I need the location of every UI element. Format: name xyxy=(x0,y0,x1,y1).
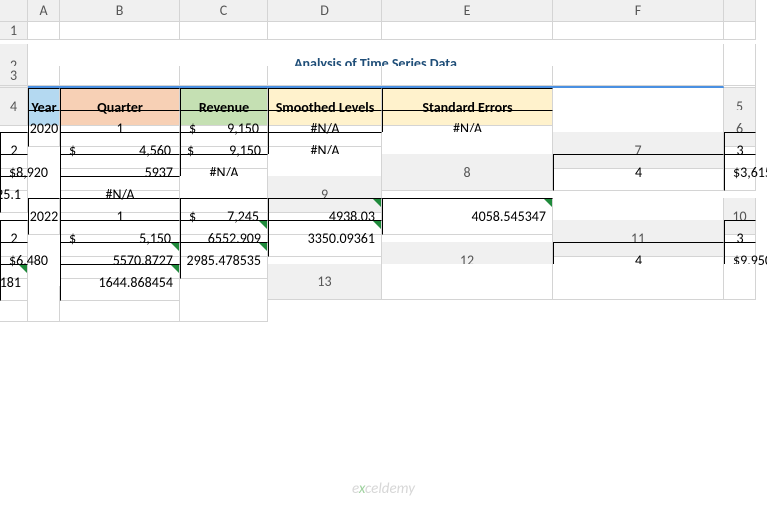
cell[interactable] xyxy=(180,286,268,322)
cell[interactable] xyxy=(382,264,553,300)
row-header-4[interactable]: 4 xyxy=(0,88,28,126)
cell[interactable] xyxy=(60,22,180,40)
cell[interactable] xyxy=(180,66,268,86)
cell[interactable] xyxy=(553,66,724,86)
cell-smoothed[interactable]: 8025.1 xyxy=(0,176,28,213)
cell[interactable] xyxy=(553,264,724,300)
row-header-8[interactable]: 8 xyxy=(382,154,553,191)
cell[interactable] xyxy=(180,22,268,40)
cell[interactable] xyxy=(382,22,553,40)
cell-revenue[interactable]: $3,615 xyxy=(724,154,756,191)
cell[interactable] xyxy=(28,22,60,40)
spreadsheet-grid: A B C D E F 1 2 Analysis of Time Series … xyxy=(0,0,767,308)
row-header-1[interactable]: 1 xyxy=(0,22,28,40)
select-all-corner[interactable] xyxy=(0,0,28,22)
cell[interactable] xyxy=(553,22,724,40)
year-cell-2020[interactable]: 2020 xyxy=(28,110,60,147)
revenue-value: 3,615 xyxy=(740,164,767,181)
row-header-3[interactable]: 3 xyxy=(0,66,28,86)
col-header-a[interactable]: A xyxy=(28,0,60,22)
year-cell-2022[interactable]: 2022 xyxy=(28,198,60,235)
currency-symbol: $ xyxy=(733,164,740,181)
col-header-blank[interactable] xyxy=(724,0,756,22)
col-header-b[interactable]: B xyxy=(60,0,180,22)
cell[interactable] xyxy=(268,22,382,40)
cell[interactable] xyxy=(724,66,756,86)
cell[interactable] xyxy=(724,264,756,300)
cell-smoothed[interactable]: 6207.26181 xyxy=(0,264,28,301)
cell[interactable] xyxy=(28,286,60,322)
cell-quarter[interactable]: 4 xyxy=(553,154,724,191)
cell-error[interactable]: 3350.09361 xyxy=(268,220,382,257)
cell[interactable] xyxy=(382,66,553,86)
cell-error[interactable]: 4058.545347 xyxy=(382,198,553,235)
col-header-f[interactable]: F xyxy=(553,0,724,22)
cell-error[interactable]: 1644.868454 xyxy=(60,264,180,301)
cell[interactable] xyxy=(724,22,756,40)
watermark: exceldemy xyxy=(352,480,415,498)
col-header-d[interactable]: D xyxy=(268,0,382,22)
col-header-e[interactable]: E xyxy=(382,0,553,22)
cell[interactable] xyxy=(60,66,180,86)
row-header-13[interactable]: 13 xyxy=(268,264,382,300)
cell[interactable] xyxy=(268,66,382,86)
cell-error[interactable]: 2985.478535 xyxy=(180,242,268,279)
col-header-c[interactable]: C xyxy=(180,0,268,22)
cell[interactable] xyxy=(28,66,60,86)
